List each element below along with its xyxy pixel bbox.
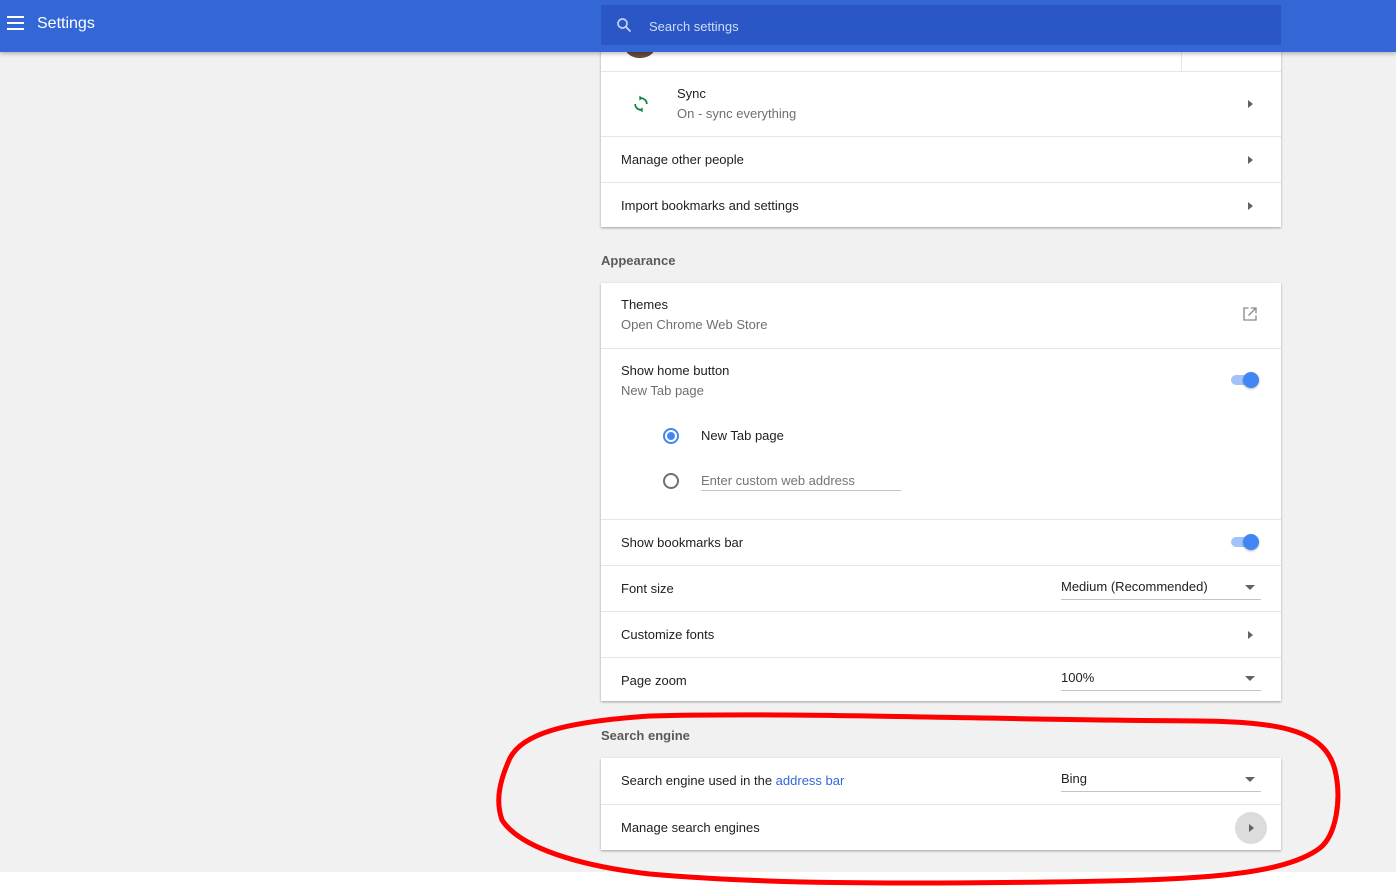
font-size-select[interactable]: Medium (Recommended)	[1061, 577, 1261, 600]
sync-label: Sync	[677, 86, 706, 101]
manage-other-people-row[interactable]: Manage other people	[601, 136, 1281, 182]
customize-fonts-row[interactable]: Customize fonts	[601, 611, 1281, 657]
sync-row[interactable]: Sync On - sync everything	[601, 71, 1281, 136]
show-home-button-label: Show home button	[621, 363, 730, 378]
manage-other-people-label: Manage other people	[621, 152, 744, 167]
font-size-row: Font size Medium (Recommended)	[601, 565, 1281, 611]
page-zoom-row: Page zoom 100%	[601, 657, 1281, 701]
address-bar-link[interactable]: address bar	[776, 773, 845, 788]
search-engine-section-title: Search engine	[601, 728, 690, 743]
search-engine-label-text: Search engine used in the	[621, 773, 776, 788]
search-engine-value: Bing	[1061, 771, 1088, 786]
top-app-bar: Settings	[0, 0, 1396, 52]
page-bottom	[0, 872, 1396, 891]
show-bookmarks-bar-toggle[interactable]	[1229, 534, 1261, 550]
dropdown-arrow-icon	[1245, 777, 1255, 782]
appearance-card: Themes Open Chrome Web Store Show home b…	[601, 283, 1281, 701]
chevron-right-icon	[1249, 824, 1254, 832]
search-input[interactable]	[647, 15, 1251, 37]
manage-search-engines-button[interactable]	[1235, 812, 1267, 844]
radio-new-tab-page[interactable]	[663, 428, 679, 444]
radio-new-tab-page-label[interactable]: New Tab page	[701, 428, 784, 443]
dropdown-arrow-icon	[1245, 676, 1255, 681]
search-engine-select[interactable]: Bing	[1061, 769, 1261, 792]
appearance-section-title: Appearance	[601, 253, 676, 268]
page-zoom-select[interactable]: 100%	[1061, 668, 1261, 691]
themes-row[interactable]: Themes Open Chrome Web Store	[601, 283, 1281, 348]
show-home-button-sub: New Tab page	[621, 383, 704, 398]
dropdown-arrow-icon	[1245, 585, 1255, 590]
import-bookmarks-row[interactable]: Import bookmarks and settings	[601, 182, 1281, 227]
show-home-button-toggle[interactable]	[1229, 372, 1261, 388]
search-engine-card: Search engine used in the address bar Bi…	[601, 758, 1281, 850]
radio-custom-address[interactable]	[663, 473, 679, 489]
show-bookmarks-bar-row[interactable]: Show bookmarks bar	[601, 519, 1281, 565]
show-bookmarks-bar-label: Show bookmarks bar	[621, 535, 744, 550]
chevron-right-icon	[1248, 156, 1253, 164]
import-bookmarks-label: Import bookmarks and settings	[621, 198, 799, 213]
search-engine-label: Search engine used in the address bar	[621, 773, 844, 788]
menu-icon[interactable]	[7, 16, 24, 30]
custom-web-address-input[interactable]	[701, 470, 901, 491]
search-icon	[617, 18, 631, 32]
customize-fonts-label: Customize fonts	[621, 627, 715, 642]
page-title: Settings	[37, 15, 95, 32]
themes-sub: Open Chrome Web Store	[621, 317, 768, 332]
sync-icon	[634, 95, 648, 113]
chevron-right-icon	[1248, 100, 1253, 108]
search-box[interactable]	[601, 5, 1281, 45]
search-engine-row: Search engine used in the address bar Bi…	[601, 758, 1281, 804]
manage-search-engines-row[interactable]: Manage search engines	[601, 804, 1281, 850]
chevron-right-icon	[1248, 631, 1253, 639]
chevron-right-icon	[1248, 202, 1253, 210]
page-zoom-value: 100%	[1061, 670, 1095, 685]
open-in-new-icon[interactable]	[1241, 305, 1259, 323]
sync-status: On - sync everything	[677, 106, 797, 121]
font-size-value: Medium (Recommended)	[1061, 579, 1208, 594]
page-zoom-label: Page zoom	[621, 673, 687, 688]
manage-search-engines-label: Manage search engines	[621, 820, 760, 835]
show-home-button-row: Show home button New Tab page New Tab pa…	[601, 348, 1281, 519]
font-size-label: Font size	[621, 581, 674, 596]
themes-label: Themes	[621, 297, 668, 312]
